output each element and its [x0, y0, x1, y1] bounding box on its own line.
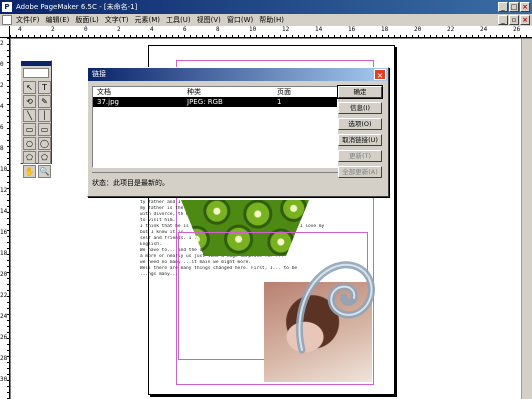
ruler-tick-label: 30: [0, 376, 8, 383]
document-window-controls: _ ▫ ×: [498, 15, 530, 25]
dialog-button[interactable]: 取消链接(U): [338, 134, 382, 146]
ruler-tick-label: 14: [0, 208, 8, 215]
links-list[interactable]: 文档 种类 页面 37.jpg JPEG: RGB 1: [92, 86, 338, 168]
tool-button[interactable]: ○: [23, 137, 36, 150]
ruler-tick-label: 20: [414, 26, 422, 33]
ruler-tick-label: 26: [0, 334, 8, 341]
tool-button[interactable]: ▭: [23, 123, 36, 136]
maximize-button[interactable]: □: [509, 2, 519, 12]
ruler-tick-label: 6: [183, 26, 187, 33]
window-title: Adobe PageMaker 6.5C - [未命名-1]: [16, 3, 138, 11]
tool-button[interactable]: ⬠: [23, 151, 36, 164]
horizontal-ruler[interactable]: 4 2 0 2 4 6 8 10 12 14 16 18 20 22 24 26: [10, 26, 532, 38]
dialog-button[interactable]: 更新(T): [338, 150, 382, 162]
tool-button[interactable]: ⬠: [38, 151, 51, 164]
menu-view[interactable]: 视图(V): [197, 15, 221, 25]
menu-layout[interactable]: 版面(L): [75, 15, 98, 25]
dialog-close-icon[interactable]: ×: [374, 69, 386, 80]
ruler-origin[interactable]: [0, 26, 10, 38]
toolbox-preview: [23, 68, 49, 78]
ruler-tick-label: 12: [282, 26, 290, 33]
ruler-tick-label: 24: [480, 26, 488, 33]
tool-button[interactable]: ✋: [23, 165, 36, 178]
document-icon[interactable]: [2, 15, 12, 25]
close-button[interactable]: ×: [520, 2, 530, 12]
dialog-title-bar[interactable]: 链接 ×: [88, 68, 388, 81]
ruler-tick-label: 4: [150, 26, 154, 33]
ruler-tick-label: 18: [381, 26, 389, 33]
minimize-button[interactable]: _: [498, 2, 508, 12]
ruler-tick-label: 28: [0, 355, 8, 362]
column-page[interactable]: 页面: [277, 87, 337, 97]
menu-type[interactable]: 文字(T): [105, 15, 129, 25]
vertical-scrollbar[interactable]: [521, 39, 532, 399]
menu-bar: 文件(F) 编辑(E) 版面(L) 文字(T) 元素(M) 工具(U) 视图(V…: [0, 14, 532, 26]
ruler-tick-label: 10: [249, 26, 257, 33]
ruler-tick-label: 2: [0, 40, 4, 47]
pagemaker-logo-icon: P: [2, 2, 12, 12]
ruler-tick-label: 2: [0, 82, 4, 89]
ruler-tick-label: 24: [0, 313, 8, 320]
ruler-tick-label: 8: [216, 26, 220, 33]
ruler-tick-label: 16: [348, 26, 356, 33]
tool-button[interactable]: ◯: [38, 137, 51, 150]
ruler-tick-label: 4: [0, 103, 4, 110]
dialog-button[interactable]: 选项(O): [338, 118, 382, 130]
ruler-tick-label: 8: [0, 145, 4, 152]
ruler-tick-label: 18: [0, 250, 8, 257]
column-kind[interactable]: 种类: [187, 87, 277, 97]
tool-button[interactable]: 🔍: [38, 165, 51, 178]
title-bar: P Adobe PageMaker 6.5C - [未命名-1] _ □ ×: [0, 0, 532, 14]
window-controls: _ □ ×: [498, 2, 530, 12]
menu-file[interactable]: 文件(F): [16, 15, 40, 25]
link-kind: JPEG: RGB: [187, 98, 223, 106]
ruler-tick-label: 22: [447, 26, 455, 33]
column-document[interactable]: 文档: [97, 87, 187, 97]
ruler-tick-label: 22: [0, 292, 8, 299]
dialog-button[interactable]: 确定: [337, 85, 383, 99]
menu-window[interactable]: 窗口(W): [227, 15, 253, 25]
ruler-tick-label: 16: [0, 229, 8, 236]
tool-button[interactable]: ▭: [38, 123, 51, 136]
vertical-ruler[interactable]: 2 0 2 4 6 8 10 12 14 16 18 20 22 24 26 28 30: [0, 38, 10, 399]
menu-edit[interactable]: 编辑(E): [46, 15, 70, 25]
doc-minimize-button[interactable]: _: [498, 15, 508, 25]
toolbox-title-bar[interactable]: [21, 61, 51, 66]
tool-button[interactable]: ↖: [23, 81, 36, 94]
ruler-tick-label: 26: [513, 26, 521, 33]
dialog-button[interactable]: 全部更新(A): [338, 166, 382, 178]
ruler-tick-label: 0: [0, 61, 4, 68]
links-dialog: 链接 × 文档 种类 页面 37.jpg JPEG: RGB 1 确定信息(I)…: [87, 67, 389, 197]
tool-button[interactable]: ╲: [23, 109, 36, 122]
ruler-tick-label: 4: [18, 26, 22, 33]
link-document: 37.jpg: [97, 98, 119, 106]
doc-close-button[interactable]: ×: [520, 15, 530, 25]
ruler-tick-label: 2: [51, 26, 55, 33]
tool-button[interactable]: ✎: [38, 95, 51, 108]
link-status: 状态：此项目是最新的。: [92, 172, 338, 193]
dialog-button[interactable]: 信息(I): [338, 102, 382, 114]
tool-button[interactable]: ⟲: [23, 95, 36, 108]
ruler-tick-label: 20: [0, 271, 8, 278]
tool-button[interactable]: T: [38, 81, 51, 94]
ruler-tick-label: 14: [315, 26, 323, 33]
ruler-tick-label: 0: [84, 26, 88, 33]
ruler-tick-label: 2: [117, 26, 121, 33]
toolbox-palette[interactable]: ↖ T ⟲ ✎ ╲ │ ▭ ▭ ○ ◯ ⬠ ⬠ ✋ 🔍: [20, 60, 52, 178]
tool-button[interactable]: │: [38, 109, 51, 122]
menu-help[interactable]: 帮助(H): [259, 15, 284, 25]
spiral-graphic[interactable]: [282, 250, 382, 355]
ruler-tick-label: 6: [0, 124, 4, 131]
ruler-tick-label: 12: [0, 187, 8, 194]
links-list-header: 文档 种类 页面: [93, 87, 337, 97]
menu-element[interactable]: 元素(M): [135, 15, 161, 25]
ruler-tick-label: 10: [0, 166, 8, 173]
link-page: 1: [277, 98, 282, 106]
menu-utilities[interactable]: 工具(U): [166, 15, 191, 25]
doc-restore-button[interactable]: ▫: [509, 15, 519, 25]
dialog-title: 链接: [92, 70, 106, 78]
dialog-buttons: 确定信息(I) 选项(O) 取消链接(U) 更新(T) 全部更新(A): [337, 85, 383, 178]
list-item[interactable]: 37.jpg JPEG: RGB 1: [93, 97, 337, 107]
